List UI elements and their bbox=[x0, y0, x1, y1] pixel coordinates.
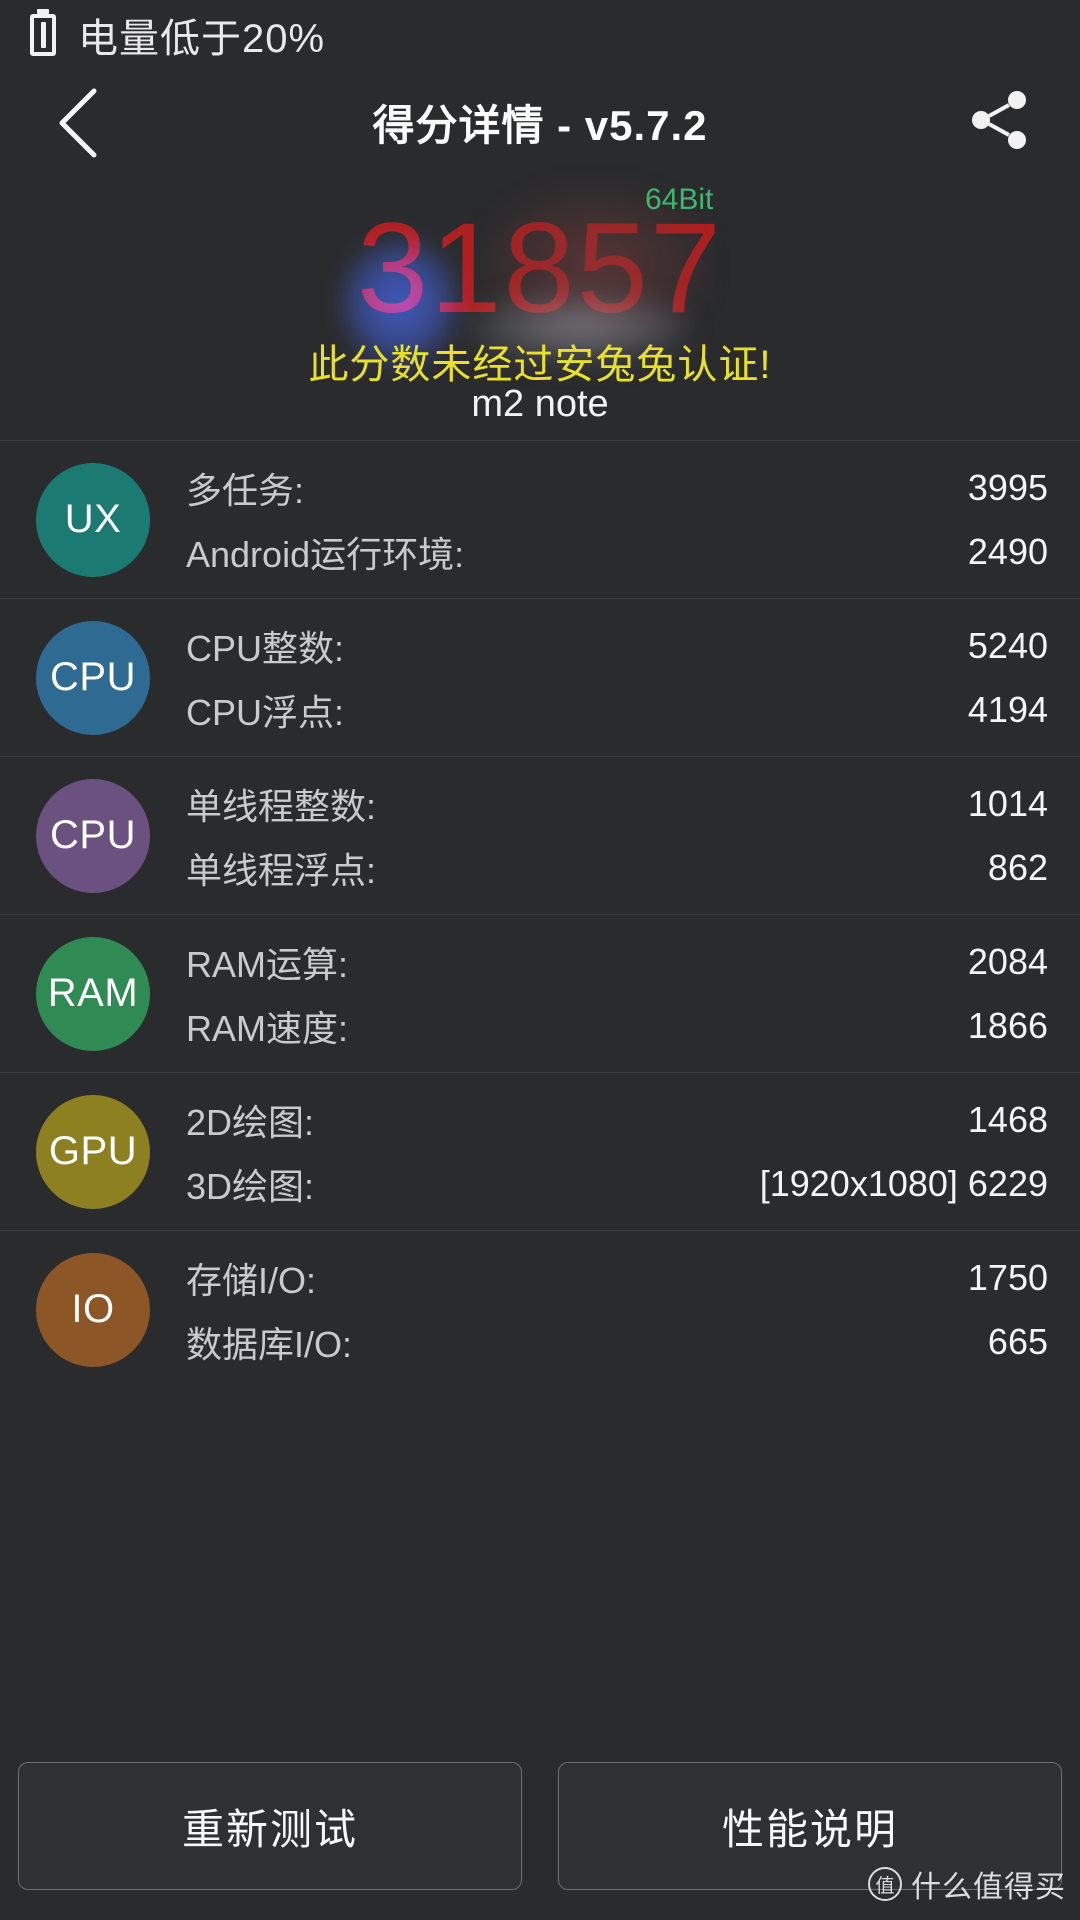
score-row: Android运行环境: 2490 bbox=[186, 520, 1048, 584]
section-cpu-single[interactable]: CPU 单线程整数: 1014 单线程浮点: 862 bbox=[0, 756, 1080, 914]
retest-button[interactable]: 重新测试 bbox=[18, 1762, 522, 1890]
bit-badge: 64Bit bbox=[645, 183, 714, 216]
score-label: 2D绘图: bbox=[186, 1101, 315, 1143]
score-value: 665 bbox=[987, 1320, 1048, 1362]
badge-ux: UX bbox=[36, 462, 150, 577]
score-value: 862 bbox=[987, 846, 1048, 888]
score-row: CPU整数: 5240 bbox=[186, 614, 1048, 678]
score-value: 1750 bbox=[967, 1256, 1048, 1298]
score-row: RAM速度: 1866 bbox=[186, 994, 1048, 1058]
score-label: 存储I/O: bbox=[186, 1259, 317, 1301]
score-value: 2490 bbox=[967, 530, 1048, 572]
score-label: 单线程整数: bbox=[186, 785, 377, 827]
score-row: RAM运算: 2084 bbox=[186, 930, 1048, 994]
score-label: 3D绘图: bbox=[186, 1165, 315, 1207]
score-value: 1866 bbox=[967, 1004, 1048, 1046]
score-label: CPU浮点: bbox=[186, 691, 345, 733]
section-ram[interactable]: RAM RAM运算: 2084 RAM速度: 1866 bbox=[0, 914, 1080, 1072]
badge-io: IO bbox=[36, 1252, 150, 1367]
score-label: Android运行环境: bbox=[186, 533, 465, 575]
score-label: RAM运算: bbox=[186, 943, 349, 985]
back-chevron-icon bbox=[52, 85, 104, 161]
score-value: [1920x1080] 6229 bbox=[759, 1162, 1048, 1204]
watermark-text: 什么值得买 bbox=[911, 1871, 1066, 1904]
score-row: 多任务: 3995 bbox=[186, 456, 1048, 520]
score-label: 多任务: bbox=[186, 469, 305, 511]
section-cpu-multi[interactable]: CPU CPU整数: 5240 CPU浮点: 4194 bbox=[0, 598, 1080, 756]
app-header: 得分详情 - v5.7.2 bbox=[0, 70, 1080, 175]
score-row: 2D绘图: 1468 bbox=[186, 1088, 1048, 1152]
watermark: 值 什么值得买 bbox=[868, 1862, 1066, 1906]
score-label: 单线程浮点: bbox=[186, 849, 377, 891]
score-sections: UX 多任务: 3995 Android运行环境: 2490 CPU CPU整数… bbox=[0, 440, 1080, 1388]
score-display: 31857 64Bit bbox=[0, 175, 1080, 373]
section-ux[interactable]: UX 多任务: 3995 Android运行环境: 2490 bbox=[0, 440, 1080, 598]
score-value: 1468 bbox=[967, 1098, 1048, 1140]
score-label: CPU整数: bbox=[186, 627, 345, 669]
page-title: 得分详情 - v5.7.2 bbox=[372, 102, 708, 149]
section-io[interactable]: IO 存储I/O: 1750 数据库I/O: 665 bbox=[0, 1230, 1080, 1388]
badge-gpu: GPU bbox=[36, 1094, 150, 1209]
watermark-logo-icon: 值 bbox=[868, 1867, 902, 1901]
score-row: 单线程浮点: 862 bbox=[186, 836, 1048, 900]
score-hero: 31857 64Bit 此分数未经过安兔兔认证! m2 note bbox=[0, 175, 1080, 440]
share-button[interactable] bbox=[960, 83, 1040, 163]
back-button[interactable] bbox=[38, 83, 118, 163]
badge-cpu-multi: CPU bbox=[36, 620, 150, 735]
score-row: CPU浮点: 4194 bbox=[186, 678, 1048, 742]
antutu-score-detail-screen: 电量低于20% 得分详情 - v5.7.2 64Bit 此分数未经过安兔兔认证!… bbox=[0, 0, 1080, 1920]
share-icon bbox=[967, 87, 1033, 158]
badge-cpu-single: CPU bbox=[36, 778, 150, 893]
score-value: 2084 bbox=[967, 940, 1048, 982]
badge-ram: RAM bbox=[36, 936, 150, 1051]
battery-warning-text: 电量低于20% bbox=[78, 17, 326, 61]
section-gpu[interactable]: GPU 2D绘图: 1468 3D绘图: [1920x1080] 6229 bbox=[0, 1072, 1080, 1230]
score-value: 3995 bbox=[967, 466, 1048, 508]
score-value: 4194 bbox=[967, 688, 1048, 730]
score-row: 3D绘图: [1920x1080] 6229 bbox=[186, 1152, 1048, 1216]
score-value: 5240 bbox=[967, 624, 1048, 666]
score-row: 数据库I/O: 665 bbox=[186, 1310, 1048, 1374]
score-label: RAM速度: bbox=[186, 1007, 349, 1049]
score-row: 存储I/O: 1750 bbox=[186, 1246, 1048, 1310]
score-value: 1014 bbox=[967, 782, 1048, 824]
uncertified-notice: 此分数未经过安兔兔认证! bbox=[308, 343, 772, 387]
battery-alert-icon bbox=[30, 14, 56, 56]
status-bar: 电量低于20% bbox=[0, 0, 1080, 70]
score-row: 单线程整数: 1014 bbox=[186, 772, 1048, 836]
score-label: 数据库I/O: bbox=[186, 1323, 353, 1365]
